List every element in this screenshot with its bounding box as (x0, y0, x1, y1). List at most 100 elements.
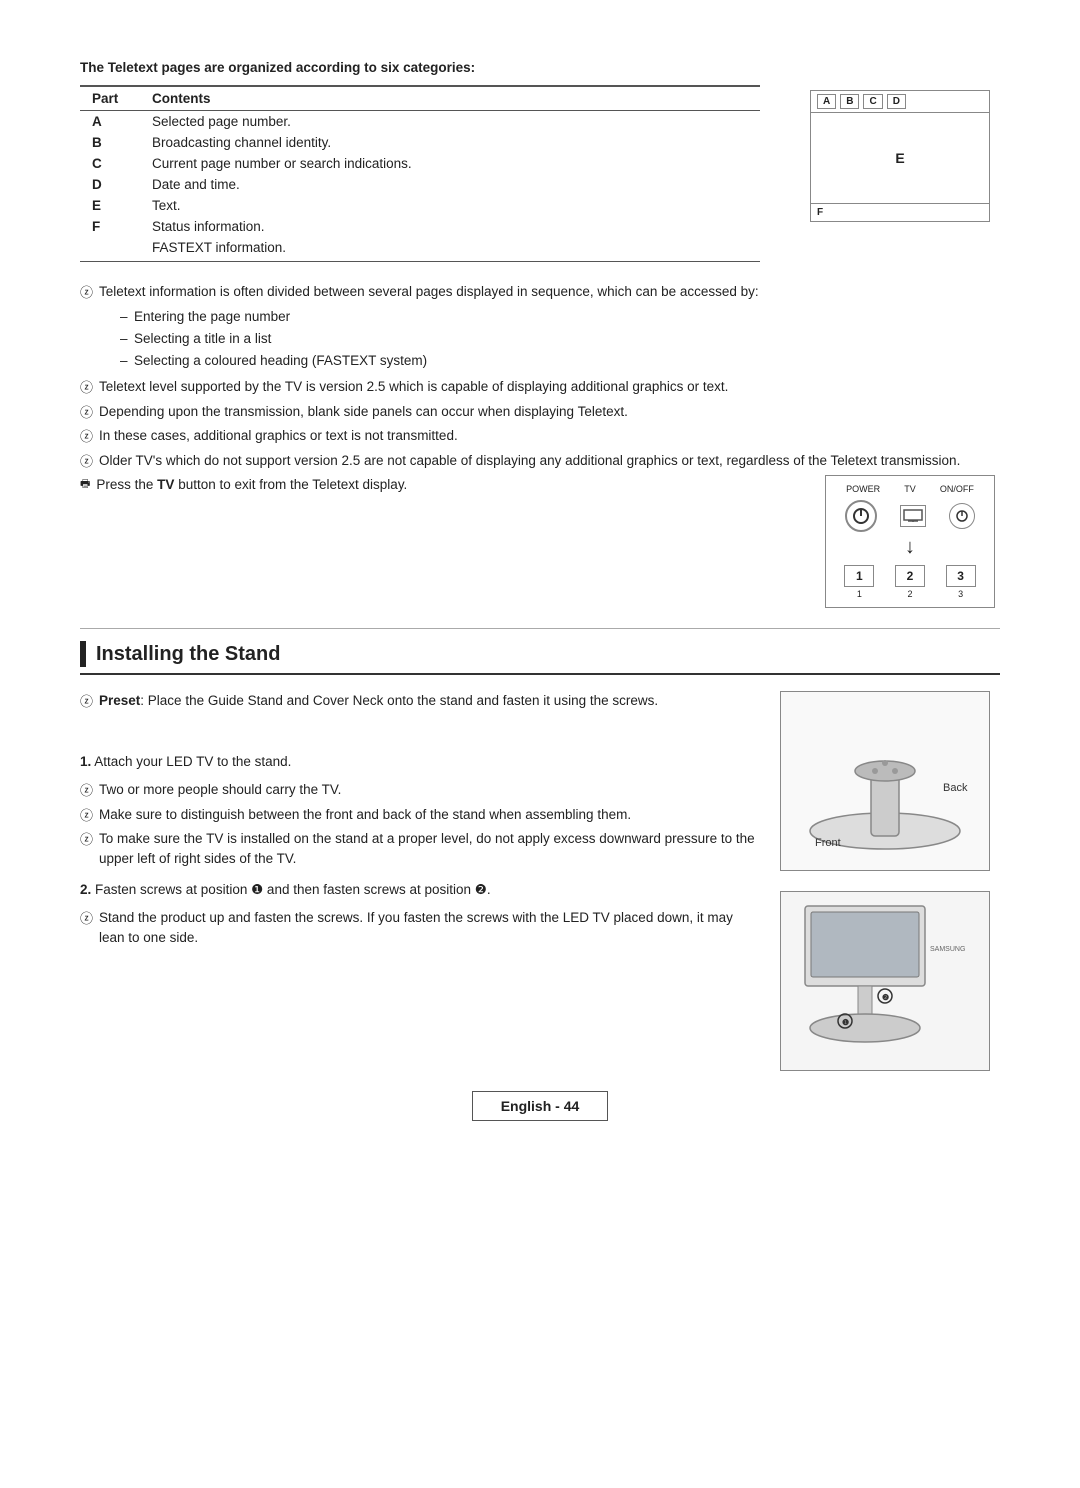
table-row: E Text. (80, 195, 760, 216)
note-text-3: Depending upon the transmission, blank s… (99, 402, 1000, 422)
remote-top-labels: POWER TV ON/OFF (834, 484, 986, 494)
col-part: Part (80, 86, 140, 111)
note-text-5: Older TV's which do not support version … (99, 451, 1000, 471)
remote-btn-1[interactable]: 1 (844, 565, 874, 587)
note-3: ⓩ Depending upon the transmission, blank… (80, 402, 1000, 423)
remote-label-power: POWER (846, 484, 880, 494)
teletext-intro: The Teletext pages are organized accordi… (80, 60, 1000, 75)
part-a: A (80, 111, 140, 133)
label-e: E (895, 150, 904, 166)
table-row: C Current page number or search indicati… (80, 153, 760, 174)
col-contents: Contents (140, 86, 760, 111)
label-b: B (840, 94, 859, 109)
stand-diagram-area: Back Front ❶ (780, 691, 1000, 1071)
bullet-list: Entering the page number Selecting a tit… (120, 307, 1000, 372)
contents-f: Status information. (140, 216, 760, 237)
list-item: Selecting a coloured heading (FASTEXT sy… (120, 351, 1000, 371)
tv-bottom-bar: F (811, 203, 989, 221)
part-d: D (80, 174, 140, 195)
note-icon-3: ⓩ (80, 403, 93, 423)
note-icon-5: ⓩ (80, 452, 93, 472)
part-blank (80, 237, 140, 261)
parts-table-section: Part Contents A Selected page number. B … (80, 85, 760, 262)
preset-note-text: Preset: Place the Guide Stand and Cover … (99, 691, 760, 711)
note-text-4: In these cases, additional graphics or t… (99, 426, 1000, 446)
remote-onoff-button[interactable] (949, 503, 975, 529)
remote-label-tv: TV (904, 484, 916, 494)
remote-layout: 🖶 Press the TV button to exit from the T… (80, 475, 1000, 608)
remote-power-button[interactable] (845, 500, 877, 532)
remote-control-box: POWER TV ON/OFF (825, 475, 995, 608)
step1-text-3: To make sure the TV is installed on the … (99, 829, 760, 870)
note-text-6: Press the TV button to exit from the Tel… (96, 475, 790, 495)
remote-btn-2[interactable]: 2 (895, 565, 925, 587)
svg-text:❷: ❷ (882, 993, 889, 1002)
step2-text: Stand the product up and fasten the scre… (99, 908, 760, 949)
contents-c: Current page number or search indication… (140, 153, 760, 174)
step2-note: ⓩ Stand the product up and fasten the sc… (80, 908, 760, 949)
power-icon (852, 507, 870, 525)
step1-note-3: ⓩ To make sure the TV is installed on th… (80, 829, 760, 870)
label-a: A (817, 94, 836, 109)
remote-btn-3[interactable]: 3 (946, 565, 976, 587)
note-1: ⓩ Teletext information is often divided … (80, 282, 1000, 303)
remote-arrow-indicator: ↓ (834, 536, 986, 559)
notes-section: ⓩ Teletext information is often divided … (80, 282, 1000, 608)
note-icon-2: ⓩ (80, 378, 93, 398)
step1-icon-1: ⓩ (80, 781, 93, 801)
section-bar-icon (80, 641, 86, 667)
note-text-1: Teletext information is often divided be… (99, 282, 1000, 302)
part-b: B (80, 132, 140, 153)
tv-screen-diagram: A B C D E F (810, 90, 990, 222)
tv-icon (903, 509, 923, 523)
footer: English - 44 (0, 1091, 1080, 1121)
table-row: FASTEXT information. (80, 237, 760, 261)
stand-text-area: ⓩ Preset: Place the Guide Stand and Cove… (80, 691, 760, 1071)
table-row: A Selected page number. (80, 111, 760, 133)
page-content: The Teletext pages are organized accordi… (0, 0, 1080, 1151)
step-1-number: 1. (80, 754, 91, 769)
svg-text:SAMSUNG: SAMSUNG (930, 946, 965, 953)
tv-top-bar: A B C D (811, 91, 989, 113)
step2-icon: ⓩ (80, 909, 93, 929)
label-c: C (863, 94, 882, 109)
remote-number-row: 1 2 3 (834, 565, 986, 587)
step1-text-1: Two or more people should carry the TV. (99, 780, 760, 800)
remote-num-label-3: 3 (958, 589, 963, 599)
preset-note-icon: ⓩ (80, 692, 93, 712)
remote-num-label-2: 2 (907, 589, 912, 599)
part-f: F (80, 216, 140, 237)
section-divider (80, 628, 1000, 629)
table-row: F Status information. (80, 216, 760, 237)
note-icon-4: ⓩ (80, 427, 93, 447)
tv-diagram-section: A B C D E F (800, 85, 1000, 262)
step-2-number: 2. (80, 882, 91, 897)
step1-text-2: Make sure to distinguish between the fro… (99, 805, 760, 825)
stand-main-layout: ⓩ Preset: Place the Guide Stand and Cove… (80, 691, 1000, 1071)
parts-table: Part Contents A Selected page number. B … (80, 85, 760, 261)
section-header: Installing the Stand (80, 641, 1000, 675)
part-c: C (80, 153, 140, 174)
remote-text-area: 🖶 Press the TV button to exit from the T… (80, 475, 790, 499)
part-e: E (80, 195, 140, 216)
stand-svg-1: Back Front (795, 701, 975, 861)
contents-b: Broadcasting channel identity. (140, 132, 760, 153)
remote-tv-button[interactable] (900, 505, 926, 527)
onoff-icon (955, 509, 969, 523)
step1-note-1: ⓩ Two or more people should carry the TV… (80, 780, 760, 801)
step1-icon-2: ⓩ (80, 806, 93, 826)
note-icon-1: ⓩ (80, 283, 93, 303)
note-text-2: Teletext level supported by the TV is ve… (99, 377, 1000, 397)
stand-svg-2: ❶ ❷ SAMSUNG (785, 896, 985, 1066)
footer-text: English - 44 (501, 1098, 580, 1114)
svg-text:Front: Front (815, 837, 841, 849)
step1-block: 1. Attach your LED TV to the stand. ⓩ Tw… (80, 752, 760, 870)
list-item: Selecting a title in a list (120, 329, 1000, 349)
step1-note-2: ⓩ Make sure to distinguish between the f… (80, 805, 760, 826)
note-6: 🖶 Press the TV button to exit from the T… (80, 475, 790, 495)
remote-label-onoff: ON/OFF (940, 484, 974, 494)
label-d: D (887, 94, 906, 109)
table-bottom-border (80, 261, 760, 262)
list-item: Entering the page number (120, 307, 1000, 327)
contents-e: Text. (140, 195, 760, 216)
